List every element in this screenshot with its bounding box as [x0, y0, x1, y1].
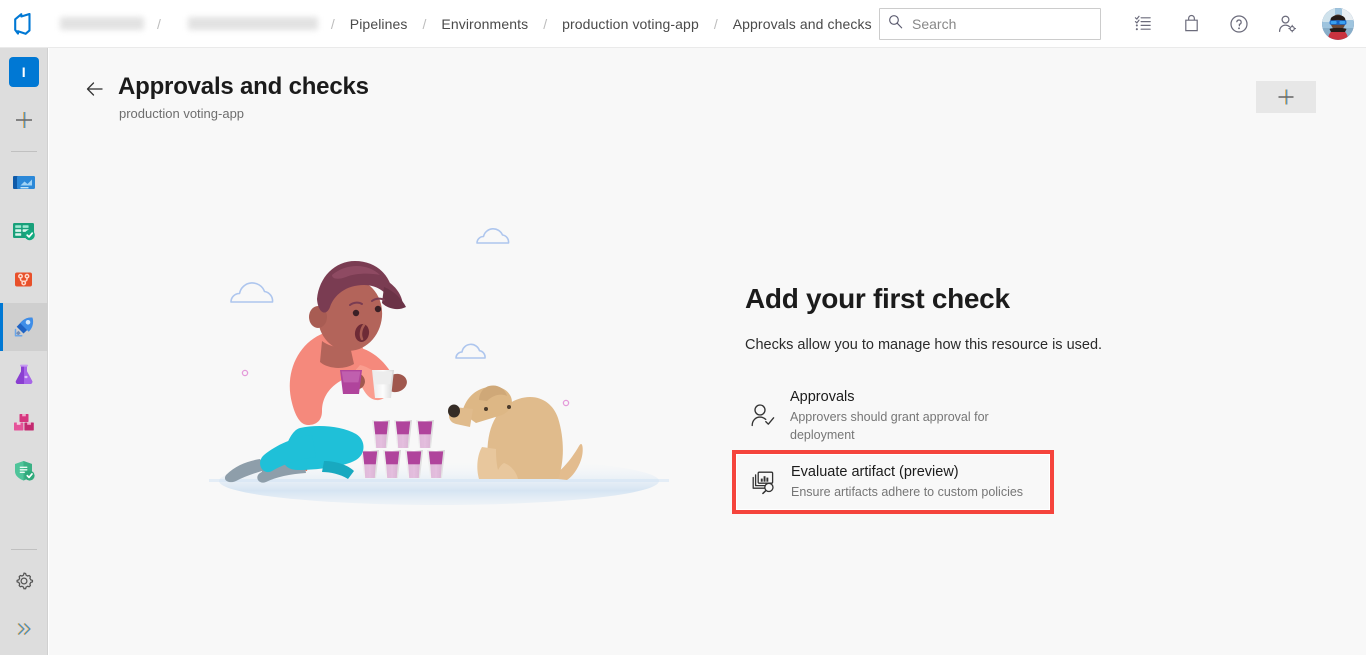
shield-check-icon — [15, 461, 35, 481]
main-content: Approvals and checks production voting-a… — [49, 48, 1366, 655]
sidebar-item-project-avatar[interactable]: I — [0, 48, 48, 96]
sidebar-item-repos[interactable] — [0, 255, 48, 303]
page-subtitle: production voting-app — [119, 106, 245, 121]
sidebar-item-pipelines[interactable] — [0, 303, 48, 351]
breadcrumb-item-approvals-and-checks[interactable]: Approvals and checks — [731, 16, 874, 32]
boards-icon — [13, 223, 35, 241]
check-option-text: Evaluate artifact (preview) Ensure artif… — [791, 463, 1023, 501]
rail-divider — [11, 549, 37, 550]
user-settings-icon[interactable] — [1270, 7, 1304, 41]
check-option-name: Approvals — [790, 389, 855, 405]
zero-data-area: Add your first check Checks allow you to… — [49, 158, 1366, 655]
breadcrumb: / / Pipelines / Environments / productio… — [48, 0, 874, 48]
breadcrumb-item-organization[interactable] — [60, 17, 144, 30]
check-option-text: Approvals Approvers should grant approva… — [790, 388, 1041, 444]
breadcrumb-separator: / — [157, 15, 161, 32]
breadcrumb-separator: / — [422, 15, 427, 32]
check-option-approvals[interactable]: Approvals Approvers should grant approva… — [735, 379, 1051, 453]
plus-icon — [16, 112, 32, 128]
breadcrumb-separator: / — [543, 15, 548, 32]
tasks-icon[interactable] — [1126, 7, 1160, 41]
test-flask-icon — [15, 364, 33, 384]
sidebar-item-new[interactable] — [0, 96, 48, 144]
check-type-list: Approvals Approvers should grant approva… — [732, 379, 1165, 514]
sidebar-item-project-settings[interactable] — [0, 557, 48, 605]
check-option-name: Evaluate artifact (preview) — [791, 464, 959, 480]
rail-divider — [10, 151, 37, 152]
overview-icon — [13, 176, 35, 189]
approver-person-check-icon — [745, 402, 781, 430]
repos-branch-icon — [15, 272, 32, 287]
add-check-panel: Add your first check Checks allow you to… — [732, 283, 1165, 514]
zero-data-title: Add your first check — [745, 283, 1010, 314]
person — [224, 261, 407, 483]
left-navigation-rail: I — [0, 48, 48, 655]
rail-bottom-group — [0, 542, 48, 653]
help-question-icon[interactable] — [1222, 7, 1256, 41]
sidebar-item-artifacts[interactable] — [0, 399, 48, 447]
top-navigation-bar: / / Pipelines / Environments / productio… — [0, 0, 1366, 48]
breadcrumb-item-pipelines[interactable]: Pipelines — [348, 16, 410, 32]
gear-icon — [16, 572, 34, 590]
breadcrumb-item-project[interactable] — [187, 17, 318, 30]
page-title: Approvals and checks — [118, 73, 369, 100]
breadcrumb-item-environment-name[interactable]: production voting-app — [560, 16, 701, 32]
sidebar-item-test-plans[interactable] — [0, 351, 48, 399]
user-avatar[interactable] — [1322, 7, 1354, 40]
project-initial-badge: I — [9, 57, 39, 87]
chevron-double-right-icon — [17, 623, 31, 635]
sidebar-item-boards[interactable] — [0, 207, 48, 255]
check-option-description: Approvers should grant approval for depl… — [790, 410, 989, 442]
back-arrow-icon[interactable] — [82, 76, 108, 102]
check-option-evaluate-artifact[interactable]: Evaluate artifact (preview) Ensure artif… — [732, 450, 1054, 514]
evaluate-artifact-magnifier-icon — [746, 468, 782, 496]
plus-icon — [1278, 89, 1294, 105]
sidebar-item-expand[interactable] — [0, 605, 48, 653]
sidebar-item-overview[interactable] — [0, 159, 48, 207]
person-stacking-cups-with-dog-illustration — [204, 223, 674, 513]
marketplace-bag-icon[interactable] — [1174, 7, 1208, 41]
zero-data-description: Checks allow you to manage how this reso… — [745, 337, 1103, 353]
sidebar-item-security[interactable] — [0, 447, 48, 495]
page-header: Approvals and checks production voting-a… — [49, 48, 1366, 121]
pipelines-rocket-icon — [14, 317, 34, 337]
breadcrumb-separator: / — [713, 15, 718, 32]
top-bar-actions — [879, 0, 1366, 48]
breadcrumb-item-environments[interactable]: Environments — [439, 16, 530, 32]
breadcrumb-separator: / — [330, 15, 335, 32]
artifacts-boxes-icon — [14, 414, 34, 431]
search-icon — [888, 14, 903, 34]
search-input[interactable] — [910, 14, 1095, 33]
add-check-button[interactable] — [1256, 81, 1316, 113]
azure-devops-logo-icon[interactable] — [0, 0, 48, 48]
search-box[interactable] — [879, 7, 1101, 40]
check-option-description: Ensure artifacts adhere to custom polici… — [791, 485, 1024, 499]
